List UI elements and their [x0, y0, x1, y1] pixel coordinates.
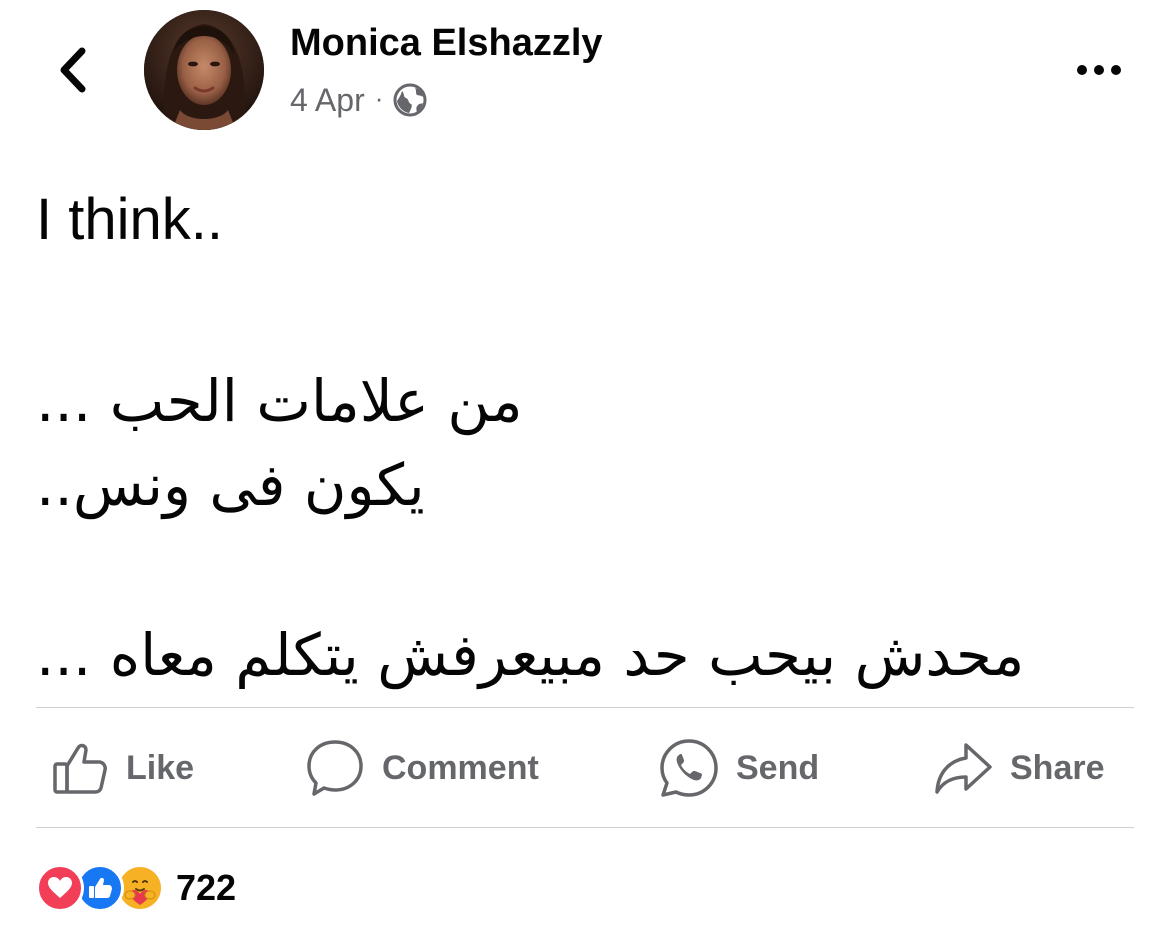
- comment-button[interactable]: Comment: [304, 726, 539, 810]
- thumbs-up-icon: [53, 743, 107, 794]
- post-line: من علامات الحب ...: [36, 367, 523, 435]
- post-meta: 4 Apr ·: [290, 80, 427, 120]
- more-dot: [1094, 65, 1104, 75]
- meta-separator: ·: [374, 82, 384, 113]
- comment-label: Comment: [382, 748, 539, 787]
- comment-bubble-icon: [307, 740, 363, 796]
- share-button[interactable]: Share: [932, 726, 1105, 810]
- chevron-left-icon: [60, 47, 86, 93]
- post-text: I think.. من علامات الحب ... يكون فى ونس…: [36, 178, 1106, 697]
- share-label: Share: [1010, 748, 1105, 787]
- send-label: Send: [736, 748, 820, 787]
- divider-top: [36, 707, 1134, 708]
- avatar-photo: [144, 10, 264, 130]
- post-line: يكون فى ونس..: [36, 451, 425, 519]
- post-date[interactable]: 4 Apr: [290, 82, 365, 119]
- more-options-button[interactable]: [1064, 48, 1134, 92]
- author-name[interactable]: Monica Elshazzly: [290, 22, 603, 65]
- more-horizontal-icon: [1077, 65, 1087, 75]
- like-button[interactable]: Like: [50, 726, 194, 810]
- love-reaction-icon: [36, 864, 84, 912]
- reaction-count[interactable]: 722: [176, 867, 236, 909]
- action-bar: Like Comment Send Share: [36, 726, 1134, 810]
- avatar[interactable]: [144, 10, 264, 130]
- post-line: I think..: [36, 187, 223, 252]
- messenger-whatsapp-icon: [660, 739, 718, 797]
- divider-bottom: [36, 827, 1134, 828]
- share-arrow-icon: [935, 743, 992, 794]
- globe-icon[interactable]: [393, 83, 427, 117]
- like-label: Like: [126, 748, 195, 787]
- send-button[interactable]: Send: [658, 726, 819, 810]
- reactions-summary[interactable]: 722: [36, 862, 236, 914]
- more-dot: [1111, 65, 1121, 75]
- post-line: محدش بيحب حد مبيعرفش يتكلم معاه ...: [36, 621, 1025, 689]
- back-button[interactable]: [44, 40, 100, 100]
